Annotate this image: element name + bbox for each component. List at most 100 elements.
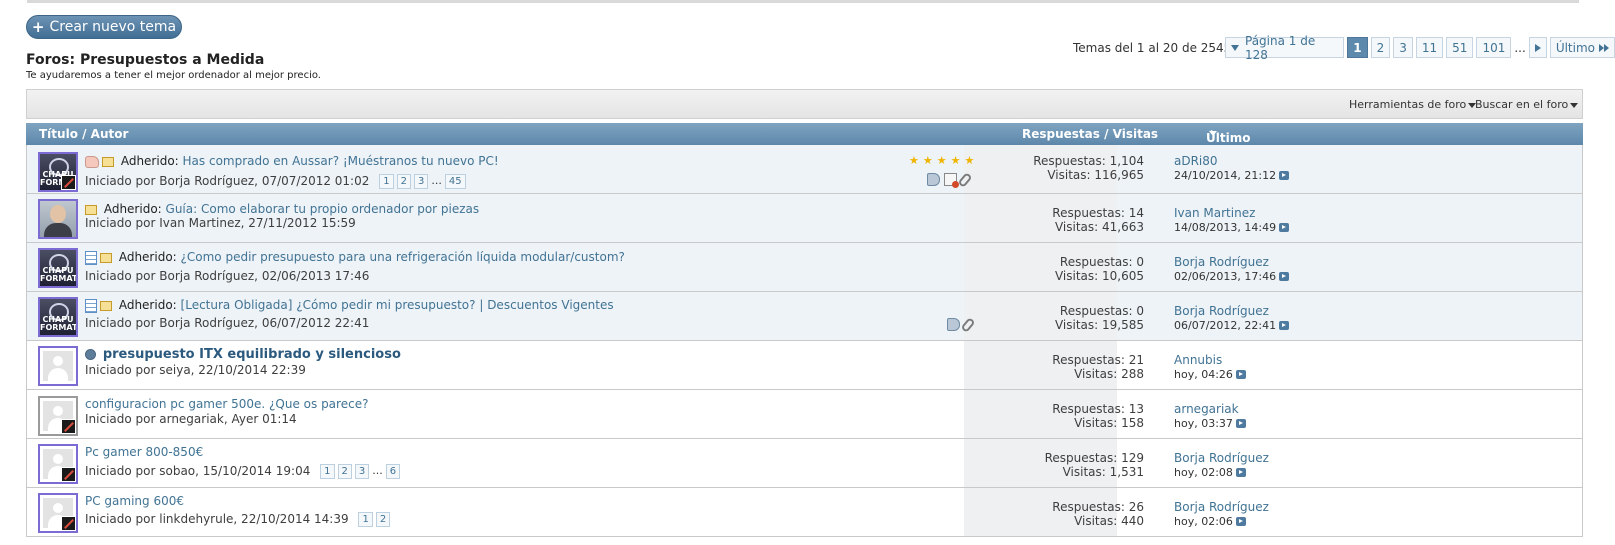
create-thread-button[interactable]: + Crear nuevo tema bbox=[26, 15, 182, 39]
star-icon: ★ bbox=[936, 154, 947, 167]
star-icon: ★ bbox=[922, 154, 933, 167]
thread-page-link[interactable]: 6 bbox=[385, 464, 401, 479]
next-page-button[interactable] bbox=[1528, 37, 1547, 58]
last-post-user[interactable]: Borja Rodríguez bbox=[1174, 500, 1269, 514]
replies-views: Respuestas: 14 Visitas: 41,663 bbox=[1052, 206, 1144, 234]
go-to-last-post-icon[interactable] bbox=[1279, 321, 1290, 330]
top-divider bbox=[27, 0, 1579, 3]
last-post-user[interactable]: Borja Rodríguez bbox=[1174, 451, 1269, 465]
thread-author-line: Iniciado por Borja Rodríguez, 06/07/2012… bbox=[85, 316, 369, 330]
avatar[interactable] bbox=[38, 346, 78, 386]
views-count: Visitas: 10,605 bbox=[1054, 269, 1144, 283]
star-icon: ★ bbox=[909, 154, 919, 167]
last-post-user[interactable]: arnegariak bbox=[1174, 402, 1246, 416]
thread-page-link[interactable]: 3 bbox=[354, 464, 370, 479]
thread-page-link[interactable]: 45 bbox=[444, 174, 466, 189]
go-to-last-post-icon[interactable] bbox=[1279, 272, 1290, 281]
replies-views: Respuestas: 13 Visitas: 158 bbox=[1052, 402, 1144, 430]
thread-count-info: Temas del 1 al 20 de 2545 bbox=[1073, 41, 1232, 55]
page-101[interactable]: 101 bbox=[1476, 37, 1512, 58]
thread-page-link[interactable]: 2 bbox=[337, 464, 352, 479]
thread-row: CHAPU FORMATIK Adherido: Has comprado en… bbox=[26, 145, 1583, 194]
thread-pages: 1 2 3 ... 45 bbox=[379, 174, 466, 189]
avatar-photo bbox=[40, 201, 76, 237]
thread-title-line: Adherido: [Lectura Obligada] ¿Cómo pedir… bbox=[85, 298, 614, 313]
last-page-label: Último bbox=[1555, 40, 1595, 55]
thread-row: presupuesto ITX equilibrado y silencioso… bbox=[26, 341, 1583, 390]
thread-page-link[interactable]: 1 bbox=[379, 174, 394, 189]
avatar[interactable]: CHAPU FORMATIK bbox=[38, 152, 78, 192]
offline-status-icon bbox=[61, 516, 76, 531]
last-post-user[interactable]: Annubis bbox=[1174, 353, 1246, 367]
thread-page-link[interactable]: 2 bbox=[396, 174, 411, 189]
document-icon bbox=[85, 250, 97, 265]
last-post-user[interactable]: Borja Rodríguez bbox=[1174, 304, 1289, 318]
offline-status-icon bbox=[61, 175, 76, 190]
views-count: Visitas: 116,965 bbox=[1047, 168, 1144, 182]
thread-status-icons bbox=[927, 172, 973, 188]
avatar-text: CHAPU FORMATIK bbox=[40, 315, 78, 332]
thread-title-link[interactable]: [Lectura Obligada] ¿Cómo pedir mi presup… bbox=[181, 298, 614, 312]
last-post: aDRi80 24/10/2014, 21:12 bbox=[1174, 154, 1290, 183]
search-forum-menu[interactable]: Buscar en el foro bbox=[1475, 98, 1579, 111]
thread-title-link[interactable]: PC gaming 600€ bbox=[85, 494, 184, 508]
sticky-prefix: Adherido: bbox=[118, 250, 177, 264]
column-replies-views[interactable]: Respuestas / Visitas bbox=[1022, 127, 1158, 141]
replies-count: Respuestas: 26 bbox=[1052, 500, 1144, 514]
page-selector[interactable]: Página 1 de 128 bbox=[1225, 34, 1345, 62]
avatar[interactable]: CHAPU FORMATIK bbox=[38, 297, 78, 337]
last-post: Borja Rodríguez 02/06/2013, 17:46 bbox=[1174, 255, 1290, 284]
thread-author-line: Iniciado por Ivan Martinez, 27/11/2012 1… bbox=[85, 216, 356, 230]
avatar[interactable] bbox=[38, 444, 78, 484]
last-post: Annubis hoy, 04:26 bbox=[1174, 353, 1246, 382]
thread-status-icons bbox=[947, 317, 976, 333]
rating-stars: ★ ★ ★ ★ ★ bbox=[909, 155, 974, 166]
last-post-date: hoy, 02:08 bbox=[1174, 466, 1233, 479]
last-page-button[interactable]: Último bbox=[1549, 37, 1615, 58]
page-3[interactable]: 3 bbox=[1393, 37, 1413, 58]
go-to-last-post-icon[interactable] bbox=[1279, 171, 1290, 180]
last-post-user[interactable]: Ivan Martinez bbox=[1174, 206, 1289, 220]
thread-page-link[interactable]: 1 bbox=[320, 464, 335, 479]
thread-title-link[interactable]: presupuesto ITX equilibrado y silencioso bbox=[103, 347, 401, 362]
thread-started-by: Iniciado por Ivan Martinez, 27/11/2012 1… bbox=[85, 216, 356, 230]
thread-page-link[interactable]: 3 bbox=[413, 174, 429, 189]
page-title: Foros: Presupuestos a Medida bbox=[26, 52, 265, 68]
thread-title-link[interactable]: ¿Como pedir presupuesto para una refrige… bbox=[181, 250, 625, 264]
forum-tools-menu[interactable]: Herramientas de foro bbox=[1349, 98, 1477, 111]
thread-row: Pc gamer 800-850€ Iniciado por sobao, 15… bbox=[26, 439, 1583, 488]
page-51[interactable]: 51 bbox=[1446, 37, 1474, 58]
avatar[interactable] bbox=[38, 199, 78, 239]
go-to-last-post-icon[interactable] bbox=[1235, 517, 1246, 526]
go-to-last-post-icon[interactable] bbox=[1279, 223, 1290, 232]
avatar[interactable]: CHAPU FORMATIK bbox=[38, 248, 78, 288]
avatar[interactable] bbox=[38, 493, 78, 533]
page-11[interactable]: 11 bbox=[1415, 37, 1444, 58]
last-post-user[interactable]: aDRi80 bbox=[1174, 154, 1289, 168]
go-to-last-post-icon[interactable] bbox=[1235, 419, 1246, 428]
replies-count: Respuestas: 1,104 bbox=[1033, 154, 1144, 168]
thread-page-link[interactable]: 1 bbox=[358, 512, 373, 527]
thread-title-link[interactable]: Guía: Como elaborar tu propio ordenador … bbox=[166, 202, 480, 216]
envelope-icon bbox=[85, 204, 97, 215]
replies-views: Respuestas: 0 Visitas: 10,605 bbox=[1055, 255, 1144, 283]
plus-icon: + bbox=[31, 18, 45, 36]
thread-title-link[interactable]: Pc gamer 800-850€ bbox=[85, 445, 203, 459]
thread-title-link[interactable]: configuracion pc gamer 500e. ¿Que os par… bbox=[85, 397, 368, 411]
double-chevron-right-icon bbox=[1599, 43, 1609, 52]
thread-page-link[interactable]: 2 bbox=[375, 512, 391, 527]
sticky-prefix: Adherido: bbox=[120, 154, 179, 168]
caret-down-icon bbox=[1570, 102, 1579, 108]
go-to-last-post-icon[interactable] bbox=[1235, 468, 1246, 477]
last-post: Borja Rodríguez 06/07/2012, 22:41 bbox=[1174, 304, 1290, 333]
page-2[interactable]: 2 bbox=[1370, 37, 1391, 58]
avatar[interactable] bbox=[38, 396, 78, 436]
last-post-user[interactable]: Borja Rodríguez bbox=[1174, 255, 1289, 269]
thread-row: CHAPU FORMATIK Adherido: ¿Como pedir pre… bbox=[26, 243, 1583, 292]
page-1[interactable]: 1 bbox=[1347, 37, 1368, 58]
caret-down-icon bbox=[1231, 44, 1239, 51]
thread-title-link[interactable]: Has comprado en Aussar? ¡Muéstranos tu n… bbox=[183, 154, 499, 168]
forum-description: Te ayudaremos a tener el mejor ordenador… bbox=[26, 70, 321, 81]
column-title-author[interactable]: Título / Autor bbox=[39, 127, 128, 141]
go-to-last-post-icon[interactable] bbox=[1235, 370, 1246, 379]
